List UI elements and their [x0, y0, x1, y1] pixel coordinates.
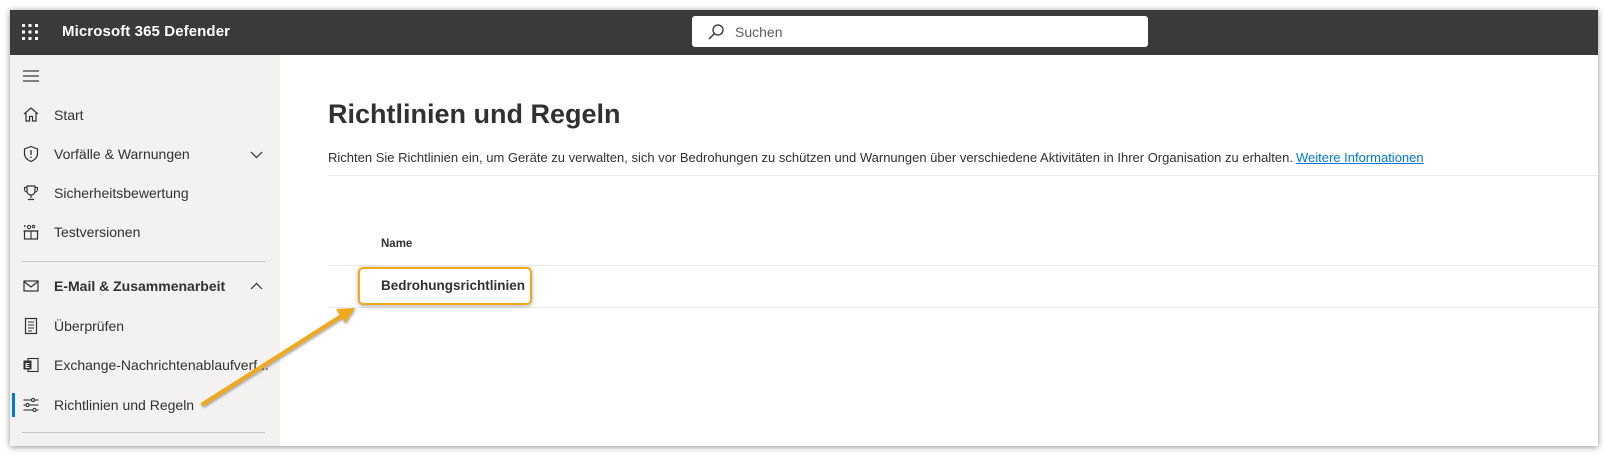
app-title[interactable]: Microsoft 365 Defender [62, 23, 230, 40]
sidebar-divider [22, 432, 265, 433]
chevron-up-icon[interactable] [250, 280, 263, 293]
hamburger-menu-icon[interactable] [22, 69, 40, 83]
app-launcher-icon[interactable] [19, 21, 41, 43]
page-title: Richtlinien und Regeln [328, 99, 621, 129]
sidebar-item-label: Start [54, 107, 84, 123]
trophy-icon [23, 185, 39, 201]
description-text: Richten Sie Richtlinien ein, um Geräte z… [328, 150, 1293, 165]
svg-text:E: E [25, 363, 30, 370]
shield-icon [23, 145, 39, 163]
sidebar-item-label: Vorfälle & Warnungen [54, 146, 190, 162]
annotation-highlight-box [358, 267, 532, 305]
table-row-divider [328, 307, 1598, 308]
sidebar-item-label: E-Mail & Zusammenarbeit [54, 278, 226, 294]
sidebar-item-label: Sicherheitsbewertung [54, 185, 189, 201]
home-icon [23, 107, 39, 122]
sidebar-item-label: Richtlinien und Regeln [54, 397, 195, 413]
sidebar-item-review[interactable]: Überprüfen [10, 308, 280, 344]
table-header-divider [328, 265, 1598, 266]
page-description: Richten Sie Richtlinien ein, um Geräte z… [328, 150, 1424, 165]
sidebar-nav: Start Vorfälle & Warnungen Sicherheitsbe… [10, 55, 280, 446]
sidebar-item-secure-score[interactable]: Sicherheitsbewertung [10, 175, 280, 211]
main-content: Richtlinien und Regeln Richten Sie Richt… [280, 55, 1598, 446]
sidebar-item-exchange-message-trace[interactable]: E Exchange-Nachrichtenablaufverf... [10, 347, 280, 383]
sidebar-item-label: Überprüfen [54, 318, 125, 334]
sidebar-item-policies-rules[interactable]: Richtlinien und Regeln [10, 387, 280, 423]
mail-icon [23, 280, 39, 292]
more-info-link[interactable]: Weitere Informationen [1296, 150, 1424, 165]
search-input[interactable] [733, 22, 1117, 41]
review-icon [24, 317, 38, 335]
policy-sliders-icon [23, 397, 39, 413]
sidebar-item-label: Testversionen [54, 224, 141, 240]
header-divider [328, 175, 1598, 176]
search-icon [708, 23, 724, 39]
chevron-down-icon[interactable] [250, 148, 263, 161]
trials-icon [23, 224, 39, 240]
app-window: Microsoft 365 Defender Start Vo [10, 10, 1598, 446]
exchange-icon: E [23, 357, 39, 373]
top-bar: Microsoft 365 Defender [10, 10, 1598, 55]
sidebar-item-label: Exchange-Nachrichtenablaufverf... [54, 357, 269, 373]
sidebar-item-email-collaboration[interactable]: E-Mail & Zusammenarbeit [10, 268, 280, 304]
column-header-name[interactable]: Name [381, 238, 412, 250]
sidebar-item-trials[interactable]: Testversionen [10, 214, 280, 250]
sidebar-item-incidents-alerts[interactable]: Vorfälle & Warnungen [10, 136, 280, 172]
sidebar-item-start[interactable]: Start [10, 97, 280, 133]
sidebar-divider [22, 261, 265, 262]
search-box[interactable] [692, 16, 1148, 47]
